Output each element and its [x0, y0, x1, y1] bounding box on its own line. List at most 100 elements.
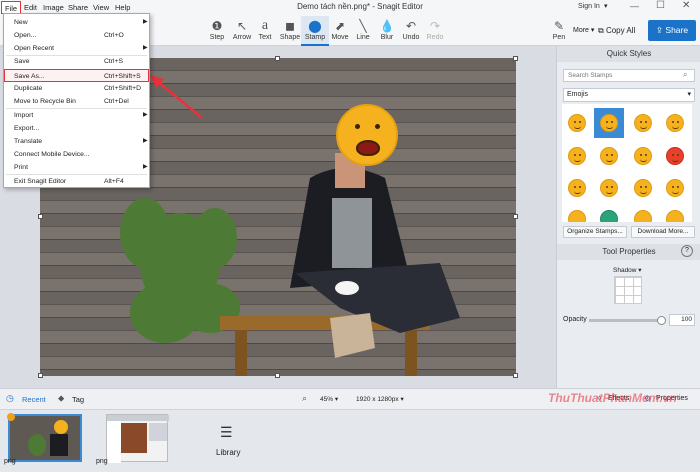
emoji-stamp[interactable] — [568, 114, 586, 132]
chevron-down-icon[interactable]: ▾ — [604, 2, 608, 10]
opacity-slider[interactable] — [589, 319, 661, 322]
tool-label: Step — [209, 34, 225, 41]
dimensions-dropdown[interactable]: 1920 x 1280px ▾ — [356, 395, 404, 403]
thumbnail-emoji — [54, 420, 68, 434]
shape-icon: ◼ — [285, 19, 295, 33]
zoom-dropdown[interactable]: 45% ▾ — [320, 395, 338, 403]
menu-item-save-as[interactable]: Save As... Ctrl+Shift+S — [4, 69, 149, 82]
resize-handle[interactable] — [513, 373, 518, 378]
menu-item-connect-mobile[interactable]: Connect Mobile Device... — [4, 148, 149, 161]
minimize-icon[interactable]: — — [630, 1, 639, 11]
download-more-button[interactable]: Download More... — [631, 226, 695, 238]
opacity-label: Opacity — [563, 316, 587, 323]
emoji-stamp[interactable] — [568, 210, 586, 222]
tool-step[interactable]: ❶ Step — [203, 16, 231, 46]
share-icon: ⇪ — [655, 25, 664, 35]
thumbnail-plant — [28, 434, 46, 456]
shadow-direction-grid[interactable] — [614, 276, 642, 304]
stamp-category-select[interactable]: Emojis ▾ — [563, 88, 695, 102]
emoji-stamp[interactable] — [666, 114, 684, 132]
tool-label: Pen — [552, 34, 566, 41]
menu-item-shortcut: Ctrl+O — [104, 32, 124, 39]
recent-tab[interactable]: Recent — [22, 395, 46, 404]
menu-item-label: Exit Snagit Editor — [14, 178, 67, 185]
close-icon[interactable]: ✕ — [682, 0, 690, 11]
emoji-stamp[interactable] — [600, 114, 618, 132]
tool-text[interactable]: a Text — [251, 16, 279, 46]
tool-label: Move — [331, 34, 349, 41]
emoji-stamp[interactable] — [568, 179, 586, 197]
menu-item-duplicate[interactable]: Duplicate Ctrl+Shift+D — [4, 82, 149, 95]
emoji-stamp[interactable] — [666, 179, 684, 197]
help-icon[interactable]: ? — [681, 245, 693, 257]
opacity-slider-thumb[interactable] — [657, 316, 666, 325]
resize-handle[interactable] — [38, 214, 43, 219]
shadow-dropdown[interactable]: Shadow ▾ — [613, 266, 642, 274]
tool-label: Blur — [380, 34, 394, 41]
emoji-stamp[interactable] — [666, 210, 684, 222]
copy-all-button[interactable]: ⧉ Copy All — [598, 22, 635, 40]
stamp-icon: ⬤ — [308, 19, 322, 33]
menu-item-save[interactable]: Save Ctrl+S — [4, 55, 149, 68]
menu-item-exit[interactable]: Exit Snagit Editor Alt+F4 — [4, 175, 149, 188]
quick-styles-header: Quick Styles — [557, 46, 700, 62]
menu-item-label: Connect Mobile Device... — [14, 151, 90, 158]
face-emoji-stamp[interactable] — [336, 104, 398, 166]
emoji-eye — [355, 124, 360, 129]
tray-thumbnail[interactable] — [7, 413, 82, 462]
emoji-stamp[interactable] — [568, 147, 586, 165]
emoji-stamp[interactable] — [634, 147, 652, 165]
emoji-stamp[interactable] — [600, 210, 618, 222]
chevron-right-icon: ▶ — [143, 19, 148, 25]
menu-item-move-to-recycle-bin[interactable]: Move to Recycle Bin Ctrl+Del — [4, 95, 149, 108]
tray-item-label: png — [4, 458, 16, 465]
emoji-stamp[interactable] — [634, 114, 652, 132]
more-button[interactable]: More ▾ — [573, 26, 594, 34]
share-button[interactable]: ⇪ Share — [648, 20, 696, 41]
maximize-icon[interactable]: ☐ — [656, 0, 665, 11]
search-stamps-input[interactable] — [563, 69, 695, 82]
menu-item-label: New — [14, 19, 28, 26]
resize-handle[interactable] — [275, 373, 280, 378]
angry-emoji-stamp[interactable] — [666, 147, 684, 165]
tray-thumbnail[interactable] — [106, 414, 169, 463]
menu-item-open[interactable]: Open... Ctrl+O — [4, 29, 149, 42]
tool-label: Line — [356, 34, 370, 41]
emoji-stamp[interactable] — [634, 210, 652, 222]
copy-all-label: Copy All — [605, 26, 636, 35]
dimensions-value: 1920 x 1280px — [356, 396, 399, 403]
menu-item-label: Open Recent — [14, 45, 55, 52]
tool-redo[interactable]: ↷ Redo — [421, 16, 449, 46]
organize-stamps-button[interactable]: Organize Stamps... — [563, 226, 627, 238]
menu-item-translate[interactable]: Translate ▶ — [4, 135, 149, 148]
resize-handle[interactable] — [513, 214, 518, 219]
zoom-value: 45% — [320, 396, 334, 403]
menu-item-new[interactable]: New ▶ — [4, 16, 149, 29]
menu-item-export[interactable]: Export... — [4, 122, 149, 135]
emoji-mouth — [356, 140, 380, 156]
menu-item-open-recent[interactable]: Open Recent ▶ — [4, 42, 149, 55]
menu-item-label: Print — [14, 164, 28, 171]
menu-item-import[interactable]: Import ▶ — [4, 109, 149, 122]
sign-in-link[interactable]: Sign In — [578, 3, 600, 10]
emoji-eye — [375, 124, 380, 129]
tool-pen[interactable]: ✎ Pen — [545, 16, 573, 46]
resize-handle[interactable] — [513, 56, 518, 61]
tool-stamp[interactable]: ⬤ Stamp — [301, 16, 329, 46]
menu-item-shortcut: Ctrl+Shift+D — [104, 85, 142, 92]
emoji-stamp[interactable] — [600, 179, 618, 197]
search-icon: ⌕ — [683, 70, 688, 79]
library-icon[interactable]: ☰ — [220, 424, 233, 441]
emoji-stamp[interactable] — [600, 147, 618, 165]
watermark: ThuThuatPhanMem.vn — [548, 391, 677, 405]
opacity-value-input[interactable]: 100 — [669, 314, 695, 326]
resize-handle[interactable] — [38, 373, 43, 378]
tag-tab[interactable]: Tag — [72, 395, 84, 404]
menu-item-print[interactable]: Print ▶ — [4, 161, 149, 174]
tool-shape[interactable]: ◼ Shape — [276, 16, 304, 46]
emoji-stamp[interactable] — [634, 179, 652, 197]
resize-handle[interactable] — [275, 56, 280, 61]
library-button[interactable]: Library — [216, 448, 240, 457]
menu-item-label: Import — [14, 112, 34, 119]
more-label: More — [573, 27, 589, 34]
